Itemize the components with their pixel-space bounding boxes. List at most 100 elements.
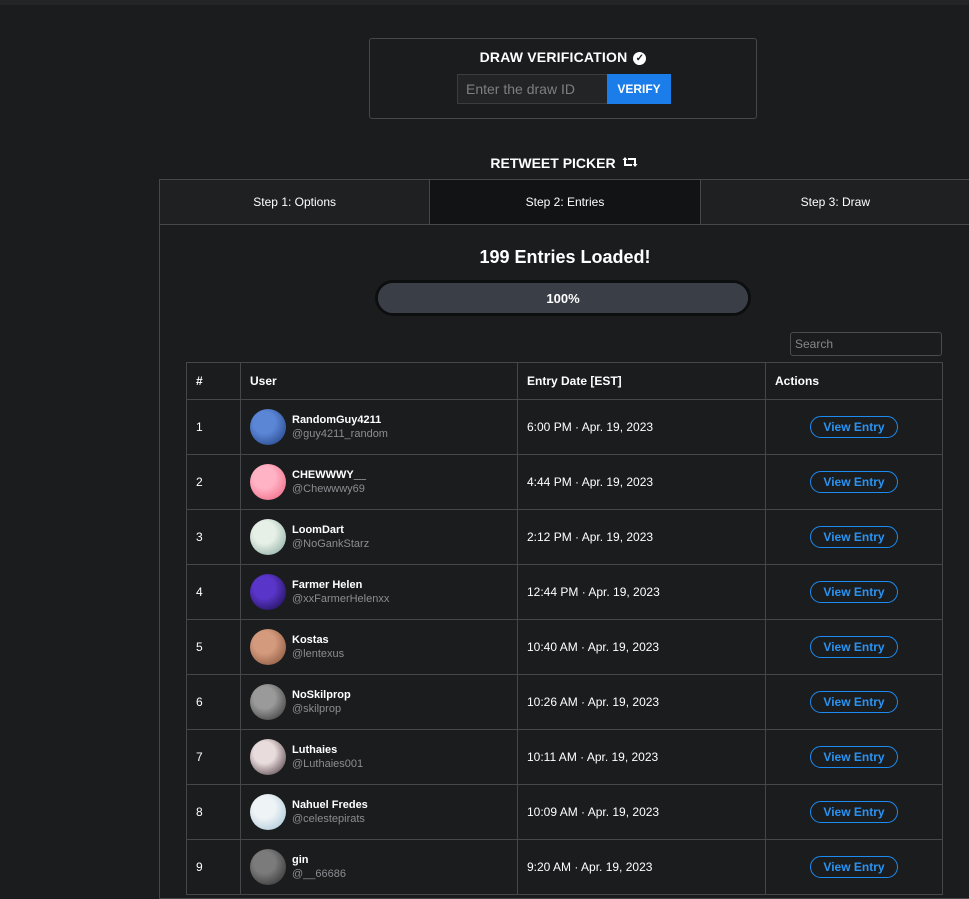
user-cell: Luthaies @Luthaies001 — [240, 729, 518, 785]
avatar — [250, 849, 286, 885]
user-handle: @celestepirats — [292, 813, 365, 825]
table-row: 9 gin @__66686 9:20 AM · Apr. 19, 2023 View … — [186, 839, 943, 895]
row-number: 2 — [186, 454, 241, 510]
retweet-picker-title: RETWEET PICKER — [490, 155, 616, 171]
user-name: Nahuel Fredes — [292, 799, 368, 811]
actions-cell: View Entry — [765, 784, 943, 840]
row-number: 9 — [186, 839, 241, 895]
actions-cell: View Entry — [765, 509, 943, 565]
search-input[interactable] — [790, 332, 942, 356]
user-name: NoSkilprop — [292, 689, 351, 701]
table-row: 6 NoSkilprop @skilprop 10:26 AM · Apr. 19, … — [186, 674, 943, 730]
check-circle-icon: ✓ — [633, 52, 647, 65]
entry-date: 6:00 PM · Apr. 19, 2023 — [517, 399, 766, 455]
actions-cell: View Entry — [765, 564, 943, 620]
entries-loaded-text: 199 Entries Loaded! — [479, 247, 651, 267]
user-handle: @skilprop — [292, 703, 342, 715]
actions-cell: View Entry — [765, 619, 943, 675]
avatar — [250, 409, 286, 445]
avatar — [250, 574, 286, 610]
avatar — [250, 684, 286, 720]
user-cell: gin @__66686 — [240, 839, 518, 895]
avatar — [250, 739, 286, 775]
user-handle: @Luthaies001 — [292, 758, 364, 770]
draw-id-input[interactable] — [457, 74, 607, 104]
entry-date: 4:44 PM · Apr. 19, 2023 — [517, 454, 766, 510]
user-handle: @NoGankStarz — [292, 538, 370, 550]
user-handle: @guy4211_random — [292, 428, 388, 440]
row-number: 1 — [186, 399, 241, 455]
actions-cell: View Entry — [765, 399, 943, 455]
entry-date: 9:20 AM · Apr. 19, 2023 — [517, 839, 766, 895]
avatar — [250, 464, 286, 500]
verification-heading: DRAW VERIFICATION ✓ — [370, 49, 756, 65]
user-handle: @Chewwwy69 — [292, 483, 365, 495]
actions-cell: View Entry — [765, 674, 943, 730]
user-cell: NoSkilprop @skilprop — [240, 674, 518, 730]
tab-step-2[interactable]: Step 2: Entries — [430, 180, 701, 224]
view-entry-button[interactable]: View Entry — [810, 801, 898, 823]
view-entry-button[interactable]: View Entry — [810, 581, 898, 603]
user-name: RandomGuy4211 — [292, 414, 382, 426]
row-number: 4 — [186, 564, 241, 620]
user-cell: Nahuel Fredes @celestepirats — [240, 784, 518, 840]
avatar — [250, 794, 286, 830]
view-entry-button[interactable]: View Entry — [810, 526, 898, 548]
avatar — [250, 519, 286, 555]
user-handle: @xxFarmerHelenxx — [292, 593, 390, 605]
tab-step-1[interactable]: Step 1: Options — [160, 180, 431, 224]
view-entry-button[interactable]: View Entry — [810, 856, 898, 878]
user-cell: Farmer Helen @xxFarmerHelenxx — [240, 564, 518, 620]
user-name: Kostas — [292, 634, 329, 646]
row-number: 5 — [186, 619, 241, 675]
view-entry-button[interactable]: View Entry — [810, 691, 898, 713]
view-entry-button[interactable]: View Entry — [810, 471, 898, 493]
avatar — [250, 629, 286, 665]
table-row: 3 LoomDart @NoGankStarz 2:12 PM · Apr. 19, … — [186, 509, 943, 565]
view-entry-button[interactable]: View Entry — [810, 416, 898, 438]
user-handle: @lentexus — [292, 648, 345, 660]
step-tabs: Step 1: Options Step 2: Entries Step 3: Dr… — [160, 180, 969, 225]
row-number: 8 — [186, 784, 241, 840]
user-cell: Kostas @lentexus — [240, 619, 518, 675]
verification-title: DRAW VERIFICATION — [479, 49, 628, 65]
top-strip — [0, 0, 969, 5]
user-cell: LoomDart @NoGankStarz — [240, 509, 518, 565]
user-cell: CHEWWWY__ @Chewwwy69 — [240, 454, 518, 510]
actions-cell: View Entry — [765, 839, 943, 895]
verify-button[interactable]: VERIFY — [607, 74, 671, 104]
retweet-picker-panel: Step 1: Options Step 2: Entries Step 3: Dr… — [159, 179, 969, 899]
user-name: CHEWWWY__ — [292, 469, 366, 481]
table-row: 2 CHEWWWY__ @Chewwwy69 4:44 PM · Apr. 19, 2… — [186, 454, 943, 510]
table-row: 1 RandomGuy4211 @guy4211_random 6:00 PM · A… — [186, 399, 943, 455]
header-number: # — [186, 362, 241, 400]
user-name: gin — [292, 854, 309, 866]
entry-date: 12:44 PM · Apr. 19, 2023 — [517, 564, 766, 620]
entry-date: 10:09 AM · Apr. 19, 2023 — [517, 784, 766, 840]
tab-step-3[interactable]: Step 3: Draw — [700, 180, 969, 224]
view-entry-button[interactable]: View Entry — [810, 636, 898, 658]
entry-date: 10:40 AM · Apr. 19, 2023 — [517, 619, 766, 675]
draw-verification-card: DRAW VERIFICATION ✓ VERIFY — [369, 38, 757, 119]
table-header-row: # User Entry Date [EST] Actions — [186, 362, 943, 400]
user-name: Farmer Helen — [292, 579, 363, 591]
table-row: 8 Nahuel Fredes @celestepirats 10:09 AM · A… — [186, 784, 943, 840]
view-entry-button[interactable]: View Entry — [810, 746, 898, 768]
entry-date: 2:12 PM · Apr. 19, 2023 — [517, 509, 766, 565]
progress-bar: 100% — [375, 280, 751, 316]
user-handle: @__66686 — [292, 868, 346, 880]
progress-label: 100% — [546, 290, 580, 306]
table-row: 4 Farmer Helen @xxFarmerHelenxx 12:44 PM · … — [186, 564, 943, 620]
row-number: 6 — [186, 674, 241, 730]
table-row: 5 Kostas @lentexus 10:40 AM · Apr. 19, 2023… — [186, 619, 943, 675]
entry-date: 10:26 AM · Apr. 19, 2023 — [517, 674, 766, 730]
user-cell: RandomGuy4211 @guy4211_random — [240, 399, 518, 455]
entries-table: # User Entry Date [EST] Actions 1 RandomG… — [186, 362, 943, 895]
row-number: 3 — [186, 509, 241, 565]
header-entry-date: Entry Date [EST] — [517, 362, 766, 400]
header-user: User — [240, 362, 518, 400]
actions-cell: View Entry — [765, 729, 943, 785]
retweet-icon — [622, 156, 638, 171]
actions-cell: View Entry — [765, 454, 943, 510]
retweet-picker-heading: RETWEET PICKER — [0, 155, 969, 171]
